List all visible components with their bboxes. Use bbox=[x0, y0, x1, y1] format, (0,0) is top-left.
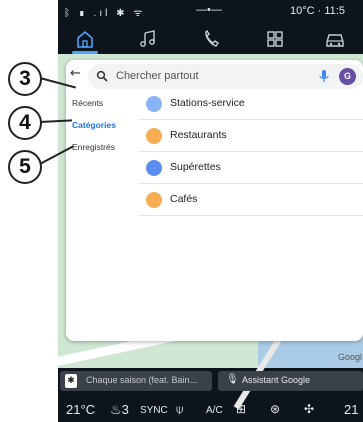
category-label: Stations-service bbox=[170, 97, 245, 109]
defrost-icon[interactable]: ⍦ bbox=[176, 402, 183, 417]
now-playing[interactable]: ✱ Chaque saison (feat. Bain... bbox=[60, 371, 212, 391]
ac-button[interactable]: A/C bbox=[206, 405, 223, 416]
home-icon[interactable] bbox=[72, 27, 98, 51]
search-panel: ← Chercher partout G Récents Catégories … bbox=[66, 60, 363, 341]
divider bbox=[138, 215, 363, 216]
callout-3: 3 bbox=[8, 62, 42, 96]
category-cafes[interactable]: Cafés bbox=[138, 186, 363, 216]
apps-icon[interactable] bbox=[136, 27, 162, 51]
sidebar-item-recents[interactable]: Récents bbox=[72, 98, 103, 108]
category-restaurants[interactable]: Restaurants bbox=[138, 122, 363, 152]
car-infotainment-screen: ᛒ ▮ .ıl ✱ ᯤ —•— 10°C · 11:5 Googl ← Cher… bbox=[58, 0, 363, 422]
sync-button[interactable]: SYNC bbox=[140, 405, 168, 416]
category-label: Cafés bbox=[170, 193, 198, 205]
category-label: Supérettes bbox=[170, 161, 221, 173]
shopping-cart-icon bbox=[146, 160, 162, 176]
microphone-icon: 🎙 bbox=[226, 374, 239, 385]
song-title: Chaque saison (feat. Bain... bbox=[86, 375, 198, 385]
rear-defrost-icon[interactable]: ⊞ bbox=[236, 402, 246, 416]
seat-heat-left[interactable]: ♨3 bbox=[110, 402, 129, 418]
temp-left[interactable]: 21°C bbox=[66, 402, 95, 417]
search-icon bbox=[96, 70, 108, 82]
callout-4: 4 bbox=[8, 106, 42, 140]
coffee-icon bbox=[146, 192, 162, 208]
temp-right[interactable]: 21 bbox=[344, 402, 358, 417]
microphone-icon[interactable] bbox=[318, 69, 330, 84]
bluetooth-icon: ✱ bbox=[65, 374, 77, 388]
category-label: Restaurants bbox=[170, 129, 227, 141]
divider bbox=[138, 151, 363, 152]
account-avatar[interactable]: G bbox=[339, 68, 356, 85]
back-button[interactable]: ← bbox=[70, 66, 81, 81]
steering-heat-icon[interactable]: ⊛ bbox=[270, 402, 280, 416]
fuel-icon bbox=[146, 96, 162, 112]
assistant-label: Assistant Google bbox=[242, 375, 311, 385]
map-attribution: Googl bbox=[338, 352, 363, 362]
media-bar: ✱ Chaque saison (feat. Bain... 🎙 Assista… bbox=[58, 370, 363, 393]
temperature-time: 10°C · 11:5 bbox=[290, 5, 345, 17]
divider bbox=[138, 119, 363, 120]
status-indicator: —•— bbox=[196, 4, 222, 16]
phone-icon[interactable] bbox=[198, 27, 224, 51]
google-assistant-button[interactable]: 🎙 Assistant Google bbox=[218, 371, 363, 391]
status-icons: ᛒ ▮ .ıl ✱ ᯤ bbox=[64, 8, 146, 19]
restaurant-icon bbox=[146, 128, 162, 144]
search-input[interactable]: Chercher partout bbox=[116, 70, 199, 82]
car-icon[interactable] bbox=[322, 27, 348, 51]
sidebar-item-saved[interactable]: Enregistrés bbox=[72, 142, 115, 152]
manual-illustration: ᛒ ▮ .ıl ✱ ᯤ —•— 10°C · 11:5 Googl ← Cher… bbox=[0, 0, 363, 422]
climate-bar: 21°C ♨3 SYNC ⍦ A/C ⊞ ⊛ ✣ 21 bbox=[58, 396, 363, 422]
top-navigation bbox=[58, 24, 363, 54]
sidebar-item-categories[interactable]: Catégories bbox=[72, 120, 116, 130]
category-gas-stations[interactable]: Stations-service bbox=[138, 90, 363, 120]
callout-5: 5 bbox=[8, 150, 42, 184]
fan-icon[interactable]: ✣ bbox=[304, 402, 314, 416]
divider bbox=[138, 183, 363, 184]
search-bar[interactable]: Chercher partout G bbox=[88, 64, 363, 89]
category-convenience-stores[interactable]: Supérettes bbox=[138, 154, 363, 184]
status-bar: ᛒ ▮ .ıl ✱ ᯤ —•— 10°C · 11:5 bbox=[58, 0, 363, 24]
grid-icon[interactable] bbox=[262, 27, 288, 51]
